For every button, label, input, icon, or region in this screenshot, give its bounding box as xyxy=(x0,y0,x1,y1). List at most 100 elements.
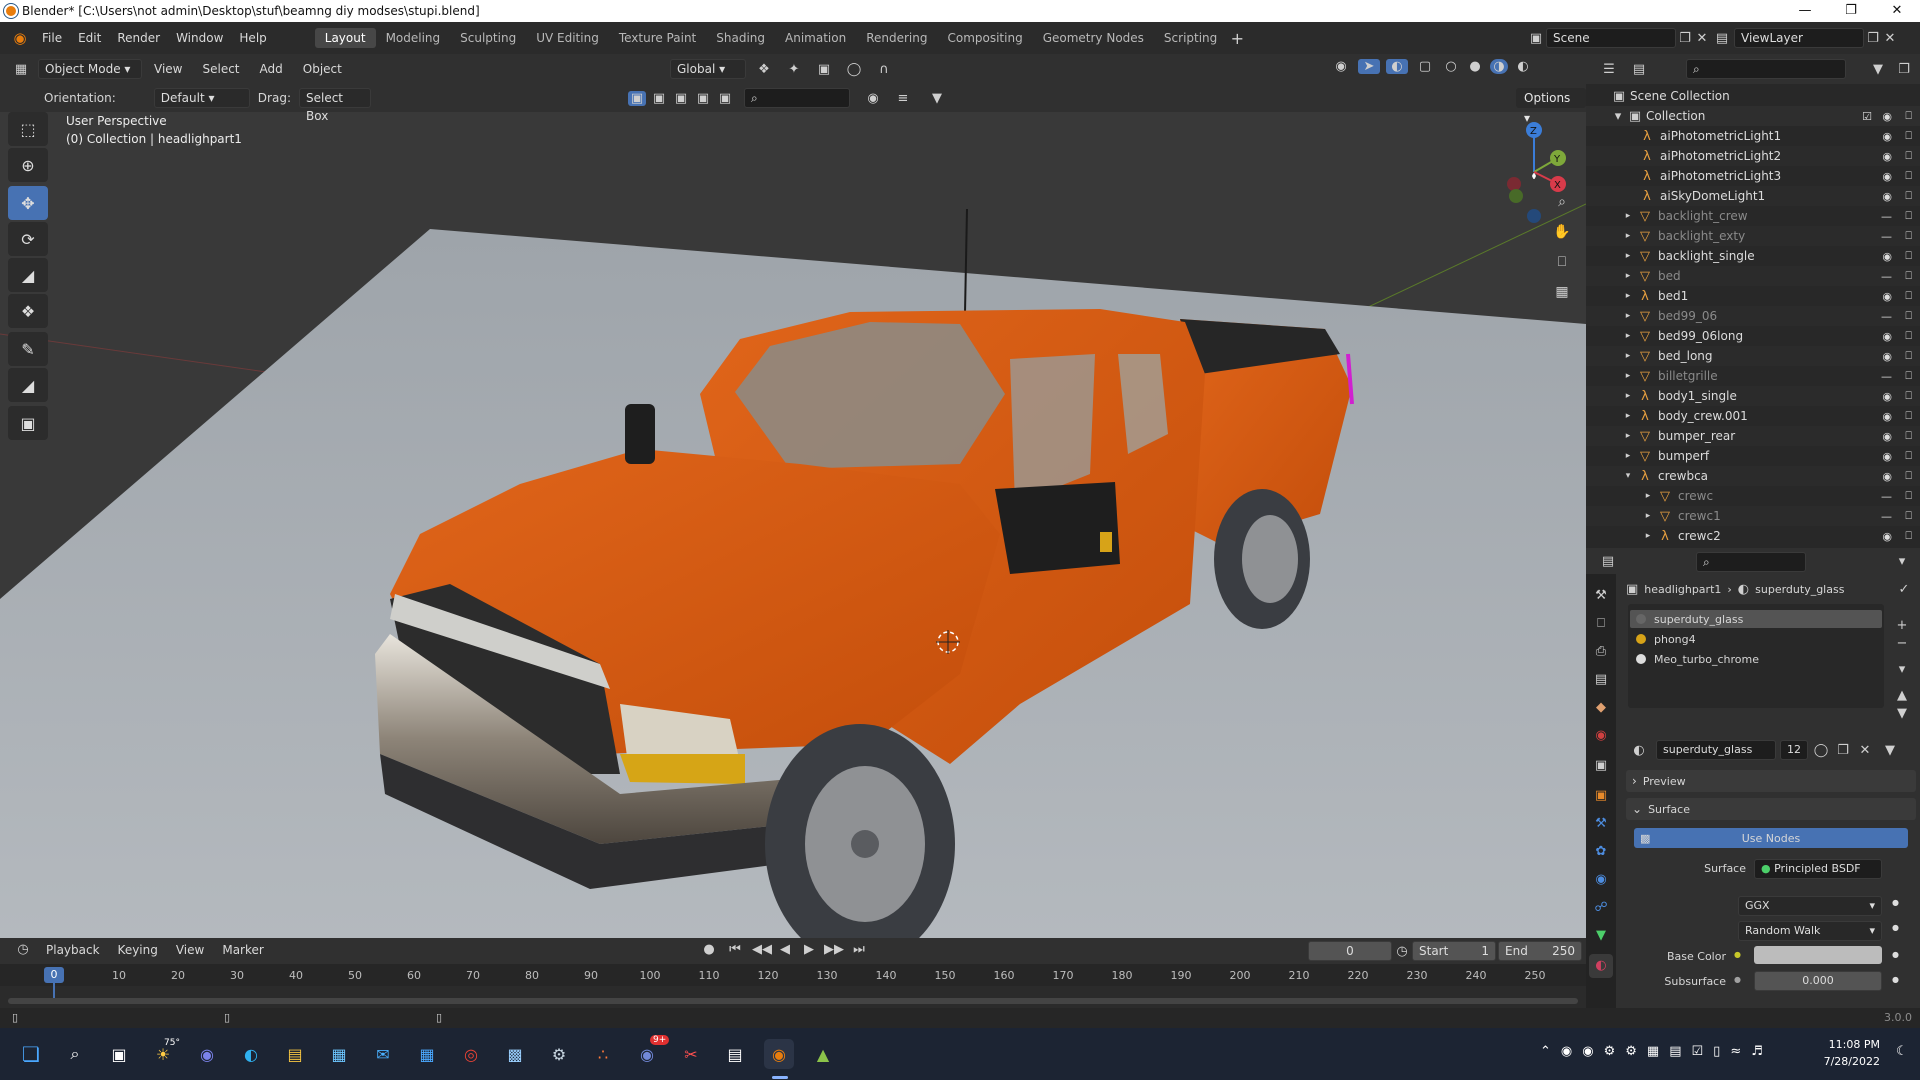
outliner-row[interactable]: ▸ ▽ bumper_rear ◉ ⎕ xyxy=(1586,426,1920,446)
app-dots-icon[interactable]: ∴ xyxy=(588,1039,618,1069)
store-icon[interactable]: ▦ xyxy=(324,1039,354,1069)
properties-options-icon[interactable]: ▾ xyxy=(1892,554,1912,569)
render-camera-icon[interactable]: ⎕ xyxy=(1905,289,1912,303)
view-layer-selector[interactable]: ViewLayer xyxy=(1734,28,1864,48)
output-tab-icon[interactable]: ⎙ xyxy=(1592,644,1610,659)
transform-orientation-selector[interactable]: Global ▾ xyxy=(670,59,746,79)
keyframe-dot-icon[interactable]: ● xyxy=(1892,898,1899,907)
expand-arrow-icon[interactable]: ▸ xyxy=(1642,491,1654,501)
expand-arrow-icon[interactable]: ▸ xyxy=(1622,251,1634,261)
snap-icon[interactable]: ✦ xyxy=(782,62,806,77)
expand-arrow-icon[interactable]: ▸ xyxy=(1622,391,1634,401)
game-app-icon[interactable]: ▲ xyxy=(808,1039,838,1069)
outliner[interactable]: ☰ ▤ ⌕ ▼ ❐ ▣ Scene Collection ▾ ▣ Collect… xyxy=(1586,54,1920,548)
visibility-eye-icon[interactable]: ◉ xyxy=(1882,170,1892,183)
expand-arrow-icon[interactable]: ▸ xyxy=(1622,291,1634,301)
jump-end-icon[interactable]: ⏭ xyxy=(848,942,870,957)
menu-file[interactable]: File xyxy=(34,31,70,45)
surface-shader-field[interactable]: ● Principled BSDF xyxy=(1754,859,1882,879)
menu-render[interactable]: Render xyxy=(109,31,168,45)
expand-arrow-icon[interactable]: ▸ xyxy=(1622,431,1634,441)
render-camera-icon[interactable]: ⎕ xyxy=(1905,389,1912,403)
move-slot-up-icon[interactable]: ▲ xyxy=(1892,688,1912,703)
collection-render-icon[interactable]: ⎕ xyxy=(1905,109,1912,123)
viewport-menu-object[interactable]: Object xyxy=(295,62,350,76)
drag-selector[interactable]: Select Box xyxy=(298,88,371,123)
expand-arrow-icon[interactable]: ▸ xyxy=(1622,371,1634,381)
tray-steam-icon[interactable]: ⚙ xyxy=(1604,1044,1616,1059)
blender-menu-icon[interactable]: ◉ xyxy=(6,29,34,47)
world-tab-icon[interactable]: ◉ xyxy=(1592,728,1610,743)
render-camera-icon[interactable]: ⎕ xyxy=(1905,349,1912,363)
snap-target-icon[interactable]: ▣ xyxy=(812,62,836,77)
outliner-row[interactable]: λ aiPhotometricLight2 ◉ ⎕ xyxy=(1586,146,1920,166)
mode-selector[interactable]: Object Mode ▾ xyxy=(38,59,142,79)
edge-icon[interactable]: ◐ xyxy=(236,1039,266,1069)
xray-icon[interactable]: ▢ xyxy=(1414,59,1436,74)
tray-settings-icon[interactable]: ⚙ xyxy=(1625,1044,1637,1059)
outliner-row[interactable]: ▾ λ crewbca ◉ ⎕ xyxy=(1586,466,1920,486)
task-view-icon[interactable]: ▣ xyxy=(104,1039,134,1069)
visibility-eye-icon[interactable]: — xyxy=(1881,490,1892,503)
pivot-icon[interactable]: ❖ xyxy=(752,62,776,77)
subsurface-value-field[interactable]: 0.000 xyxy=(1754,971,1882,991)
timeline-scrollbar[interactable] xyxy=(8,998,1578,1004)
tool-tab-icon[interactable]: ⚒ xyxy=(1592,588,1610,603)
view-icon[interactable]: ◉ xyxy=(862,91,884,106)
falloff-icon[interactable]: ∩ xyxy=(872,62,896,77)
menu-edit[interactable]: Edit xyxy=(70,31,109,45)
outliner-search-field[interactable]: ⌕ xyxy=(1686,59,1846,79)
proportional-edit-icon[interactable]: ◯ xyxy=(842,62,866,77)
teams-chat-icon[interactable]: ◉ xyxy=(192,1039,222,1069)
visibility-eye-icon[interactable]: ◉ xyxy=(1882,150,1892,163)
timeline-menu-keying[interactable]: Keying xyxy=(110,943,166,957)
prev-keyframe-icon[interactable]: ◀◀ xyxy=(752,942,772,957)
keyframe-dot-icon[interactable]: ● xyxy=(1892,975,1899,984)
render-camera-icon[interactable]: ⎕ xyxy=(1905,449,1912,463)
surface-panel-header[interactable]: ⌄ Surface xyxy=(1626,798,1916,820)
add-slot-icon[interactable]: + xyxy=(1892,618,1912,633)
timeline-menu-playback[interactable]: Playback xyxy=(38,943,108,957)
minimize-button[interactable]: — xyxy=(1782,0,1828,22)
calendar-app-icon[interactable]: ▦ xyxy=(412,1039,442,1069)
view-layer-tab-icon[interactable]: ▤ xyxy=(1592,672,1610,687)
solid-shading-icon[interactable]: ● xyxy=(1466,59,1484,74)
steam-icon[interactable]: ⚙ xyxy=(544,1039,574,1069)
use-nodes-button[interactable]: ▩ Use Nodes xyxy=(1634,828,1908,848)
wireframe-shading-icon[interactable]: ○ xyxy=(1442,59,1460,74)
play-reverse-icon[interactable]: ◀ xyxy=(776,942,794,957)
visibility-eye-icon[interactable]: ◉ xyxy=(1882,530,1892,543)
properties-search-field[interactable]: ⌕ xyxy=(1696,552,1806,572)
tool-transform[interactable]: ❖ xyxy=(8,294,48,328)
expand-arrow-icon[interactable]: ▸ xyxy=(1622,311,1634,321)
perspective-grid-icon[interactable]: ▦ xyxy=(1552,284,1572,300)
focus-moon-icon[interactable]: ☾ xyxy=(1896,1044,1908,1059)
outliner-row-scene-collection[interactable]: ▣ Scene Collection xyxy=(1586,86,1920,106)
distribution-selector[interactable]: GGX ▾ xyxy=(1738,896,1882,916)
select-mode-extend-icon[interactable]: ▣ xyxy=(650,91,668,106)
render-camera-icon[interactable]: ⎕ xyxy=(1905,529,1912,543)
tab-texture-paint[interactable]: Texture Paint xyxy=(609,28,706,48)
end-frame-field[interactable]: End 250 xyxy=(1498,941,1582,961)
material-shading-icon[interactable]: ◑ xyxy=(1490,59,1508,74)
sort-icon[interactable]: ≡ xyxy=(888,91,918,106)
play-icon[interactable]: ▶ xyxy=(800,942,818,957)
tab-scripting[interactable]: Scripting xyxy=(1154,28,1227,48)
visibility-eye-icon[interactable]: ◉ xyxy=(1882,470,1892,483)
tab-modeling[interactable]: Modeling xyxy=(376,28,451,48)
clock-icon[interactable]: ◷ xyxy=(1392,944,1412,959)
visibility-eye-icon[interactable]: ◉ xyxy=(1882,250,1892,263)
collection-checkbox[interactable]: ☑ xyxy=(1862,110,1872,123)
delete-view-layer-icon[interactable]: ✕ xyxy=(1882,31,1898,46)
expand-arrow-icon[interactable]: ▾ xyxy=(1622,471,1634,481)
file-explorer-icon[interactable]: ▤ xyxy=(280,1039,310,1069)
select-mode-invert-icon[interactable]: ▣ xyxy=(694,91,712,106)
tray-overflow-icon[interactable]: ⌃ xyxy=(1540,1044,1551,1059)
new-collection-icon[interactable]: ❐ xyxy=(1894,62,1914,77)
visibility-eye-icon[interactable]: ◉ xyxy=(1882,410,1892,423)
tab-rendering[interactable]: Rendering xyxy=(856,28,937,48)
display-mode-icon[interactable]: ▤ xyxy=(1626,62,1652,77)
tab-geometry-nodes[interactable]: Geometry Nodes xyxy=(1033,28,1154,48)
expand-collection-icon[interactable]: ▾ xyxy=(1612,109,1624,124)
select-mode-new-icon[interactable]: ▣ xyxy=(628,90,646,106)
